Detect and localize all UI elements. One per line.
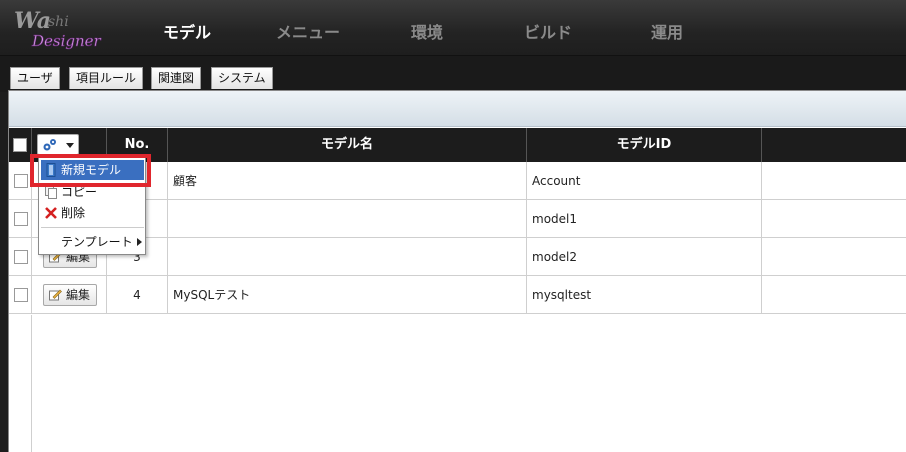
checkbox-cell	[9, 276, 32, 314]
model-name-cell	[168, 238, 527, 276]
nav-operation[interactable]: 運用	[651, 19, 683, 43]
model-id-cell: model2	[527, 238, 762, 276]
tab-system[interactable]: システム	[211, 67, 273, 89]
menu-item-template[interactable]: テンプレート	[41, 232, 144, 252]
tab-user[interactable]: ユーザ	[10, 67, 60, 89]
model-name-cell: MySQLテスト	[168, 276, 527, 314]
sub-tab-strip: ユーザ 項目ルール 関連図 システム	[0, 56, 906, 92]
menu-item-label: テンプレート	[61, 235, 133, 249]
table-row[interactable]: 編集 4 MySQLテスト mysqltest	[9, 276, 906, 314]
svg-text:Wa: Wa	[14, 8, 51, 34]
app-logo[interactable]: Wa shi Designer	[12, 6, 112, 50]
red-highlight-box	[30, 154, 151, 187]
menu-item-label: コピー	[61, 185, 98, 199]
copy-icon	[45, 185, 57, 199]
svg-text:shi: shi	[48, 14, 69, 30]
gear-icon	[43, 139, 56, 151]
top-navigation-bar: Wa shi Designer モデル メニュー 環境 ビルド 運用	[0, 0, 906, 56]
edit-icon	[49, 289, 62, 301]
checkbox-cell	[9, 200, 32, 238]
checkbox-cell	[9, 238, 32, 276]
tab-field-rules[interactable]: 項目ルール	[69, 67, 144, 89]
model-name-column-header[interactable]: モデル名	[168, 128, 527, 162]
nav-environment[interactable]: 環境	[411, 19, 443, 43]
nav-model[interactable]: モデル	[163, 19, 211, 43]
menu-item-delete[interactable]: 削除	[41, 203, 144, 223]
model-id-column-header[interactable]: モデルID	[527, 128, 762, 162]
model-id-cell: mysqltest	[527, 276, 762, 314]
edit-button-label: 編集	[66, 288, 91, 302]
grid-toolbar	[9, 91, 906, 127]
model-id-cell: model1	[527, 200, 762, 238]
close-icon	[45, 207, 57, 219]
action-menu-button[interactable]	[37, 134, 79, 155]
checkbox-column-header	[9, 128, 32, 162]
menu-item-label: 削除	[61, 206, 86, 220]
chevron-right-icon	[137, 238, 142, 246]
model-name-cell: 顧客	[168, 162, 527, 200]
model-name-cell	[168, 200, 527, 238]
tab-relation-diagram[interactable]: 関連図	[151, 67, 202, 89]
checkbox-cell	[9, 162, 32, 200]
model-id-cell: Account	[527, 162, 762, 200]
chevron-down-icon	[66, 143, 74, 148]
menu-separator	[41, 227, 144, 228]
nav-build[interactable]: ビルド	[524, 19, 572, 43]
checkbox-column-strip	[9, 315, 32, 452]
row-number: 4	[107, 276, 168, 314]
table-empty-area	[9, 315, 906, 452]
svg-text:Designer: Designer	[31, 32, 102, 50]
edit-button[interactable]: 編集	[43, 284, 97, 306]
nav-menu[interactable]: メニュー	[276, 19, 340, 43]
